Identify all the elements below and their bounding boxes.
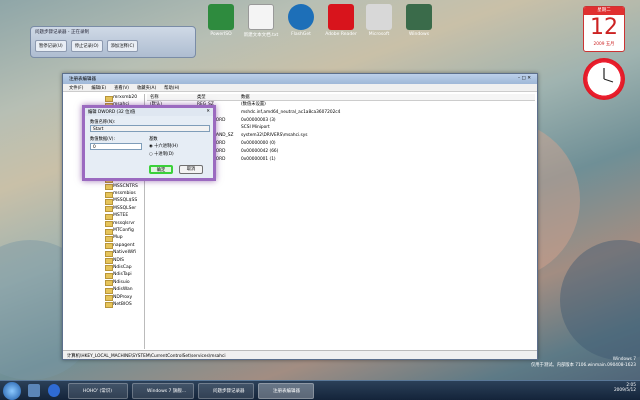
menu-favorites[interactable]: 收藏夹(A) [137, 85, 156, 91]
taskbar-item-recorder[interactable]: 问题步骤记录器 [198, 383, 254, 399]
regedit-titlebar[interactable]: 注册表编辑器 – □ ✕ [63, 74, 537, 84]
desktop-icon-textfile[interactable]: 新建文本文档.txt [240, 4, 282, 38]
registry-key-item[interactable]: NdisWan [65, 286, 144, 295]
pdf-icon [328, 4, 354, 30]
system-tray-clock[interactable]: 2:05 2009/5/12 [614, 383, 636, 393]
regedit-title: 注册表编辑器 [69, 77, 96, 82]
calendar-month: 2009 五月 [593, 42, 615, 47]
registry-key-item[interactable]: mssmbios [65, 190, 144, 198]
registry-key-item[interactable]: NdisCap [65, 264, 144, 272]
windows-watermark: Windows 7 仅用于测试。内部版本 7106.winmain.090408… [531, 357, 636, 369]
calendar-gadget[interactable]: 星期二 12 2009 五月 [583, 6, 625, 52]
value-data: 0x00000000 (0) [241, 140, 276, 146]
power-icon [208, 4, 234, 30]
taskbar: HOHO' (常识) Windows 7 旗舰... 问题步骤记录器 注册表编辑… [0, 380, 640, 400]
window-controls-icon[interactable]: – □ ✕ [518, 76, 531, 82]
desktop-icon-windows[interactable]: Windows [398, 4, 440, 37]
hex-radio[interactable]: ◉ 十六进制(H) [149, 143, 178, 149]
eye-icon [406, 4, 432, 30]
registry-key-item[interactable]: NetBIOS [65, 301, 144, 309]
value-data: (数值未设置) [241, 102, 266, 107]
tray-date: 2009/5/12 [613, 388, 636, 393]
dec-radio-label: 十进制(D) [154, 152, 174, 157]
edit-dword-dialog: 编辑 DWORD (32 位)值 ✕ 数值名称(N): Start 数值数据(V… [82, 105, 216, 181]
value-data: 0x00000001 (1) [241, 156, 276, 162]
registry-key-item[interactable]: napagent [65, 242, 144, 250]
col-name[interactable]: 名称 [147, 94, 197, 100]
doc-icon [366, 4, 392, 30]
registry-key-item[interactable]: MTConfig [65, 227, 144, 235]
calendar-weekday: 星期二 [584, 7, 624, 15]
registry-key-item[interactable]: Ndisuio [65, 279, 144, 287]
menu-edit[interactable]: 编辑(E) [91, 85, 106, 91]
registry-key-item[interactable]: MSSQL$SS [65, 197, 144, 206]
taskbar-item-hoho[interactable]: HOHO' (常识) [68, 383, 128, 399]
registry-key-item[interactable]: NDProxy [65, 294, 144, 302]
regedit-statusbar: 计算机\HKEY_LOCAL_MACHINE\SYSTEM\CurrentCon… [63, 350, 537, 359]
calendar-day: 12 [590, 15, 618, 40]
explorer-icon[interactable] [28, 384, 40, 397]
menu-file[interactable]: 文件(F) [69, 85, 83, 91]
value-data: mshdc.inf,amd64_neutral_ac1a8ca3607202c4 [241, 109, 341, 115]
registry-key-item[interactable]: MSSCNTRS [65, 183, 144, 191]
values-list-header: 名称 类型 数据 [147, 94, 535, 101]
hex-radio-label: 十六进制(H) [154, 144, 178, 149]
cancel-button[interactable]: 取消 [179, 165, 203, 174]
menu-help[interactable]: 帮助(H) [164, 85, 179, 91]
watermark-line2: 仅用于测试。内部版本 7106.winmain.090408-1623 [530, 363, 636, 368]
desktop-icon-flashget[interactable]: FlashGet [280, 4, 322, 37]
flash-icon [288, 4, 314, 30]
value-data-input[interactable]: 0 [90, 143, 142, 150]
registry-key-item[interactable]: NDIS [65, 257, 144, 265]
registry-key-item[interactable]: mssqlsrvr [65, 220, 144, 228]
col-type[interactable]: 类型 [197, 94, 241, 100]
regedit-menubar: 文件(F) 编辑(E) 查看(V) 收藏夹(A) 帮助(H) [63, 84, 537, 92]
menu-view[interactable]: 查看(V) [114, 85, 129, 91]
clock-gadget[interactable] [583, 58, 625, 100]
value-name-field: Start [90, 125, 210, 132]
value-data: 0x00000042 (66) [241, 148, 279, 154]
ie-icon[interactable] [48, 384, 60, 397]
registry-key-item[interactable]: NativeWifi [65, 249, 144, 258]
registry-key-item[interactable]: mrxsmb20 [65, 94, 144, 102]
desktop-icon-poweriso[interactable]: PowerISO [200, 4, 242, 37]
ok-button[interactable]: 确定 [149, 165, 173, 174]
dialog-title: 编辑 DWORD (32 位)值 [88, 110, 136, 115]
dec-radio[interactable]: ○ 十进制(D) [149, 151, 174, 157]
start-button[interactable] [3, 382, 21, 400]
clock-hands-icon [603, 68, 614, 83]
base-group-label: 基数 [149, 137, 158, 142]
close-icon[interactable]: ✕ [206, 109, 210, 115]
dialog-titlebar[interactable]: 编辑 DWORD (32 位)值 ✕ [85, 108, 213, 116]
registry-key-item[interactable]: MSTEE [65, 212, 144, 221]
registry-key-item[interactable]: MSSQLSer [65, 205, 144, 213]
desktop-icon-microsoft[interactable]: Microsoft [358, 4, 400, 37]
taskbar-item-regedit[interactable]: 注册表编辑器 [258, 383, 314, 399]
add-comment-button[interactable]: 添加注释(C) [106, 40, 139, 52]
value-data-label: 数值数据(V): [90, 137, 115, 142]
value-data: 0x00000003 (3) [241, 117, 276, 123]
recorder-title: 问题步骤记录器 - 正在录制 [35, 30, 89, 35]
taskbar-item-windows7[interactable]: Windows 7 旗舰... [132, 383, 194, 399]
registry-key-item[interactable]: NdisTapi [65, 271, 144, 280]
stop-record-button[interactable]: 停止记录(O) [70, 40, 103, 52]
problem-steps-recorder: 问题步骤记录器 - 正在录制 暂停记录(U) 停止记录(O) 添加注释(C) [30, 26, 196, 58]
value-data: SCSI Miniport [241, 125, 270, 131]
pause-record-button[interactable]: 暂停记录(U) [35, 40, 67, 52]
registry-key-item[interactable]: Mup [65, 234, 144, 243]
wallpaper-blob [560, 240, 640, 360]
col-data[interactable]: 数据 [241, 94, 535, 100]
desktop-icon-adobe[interactable]: Adobe Reader [320, 4, 362, 37]
value-data: system32\DRIVERS\msahci.sys [241, 133, 308, 139]
text-file-icon [248, 4, 274, 30]
